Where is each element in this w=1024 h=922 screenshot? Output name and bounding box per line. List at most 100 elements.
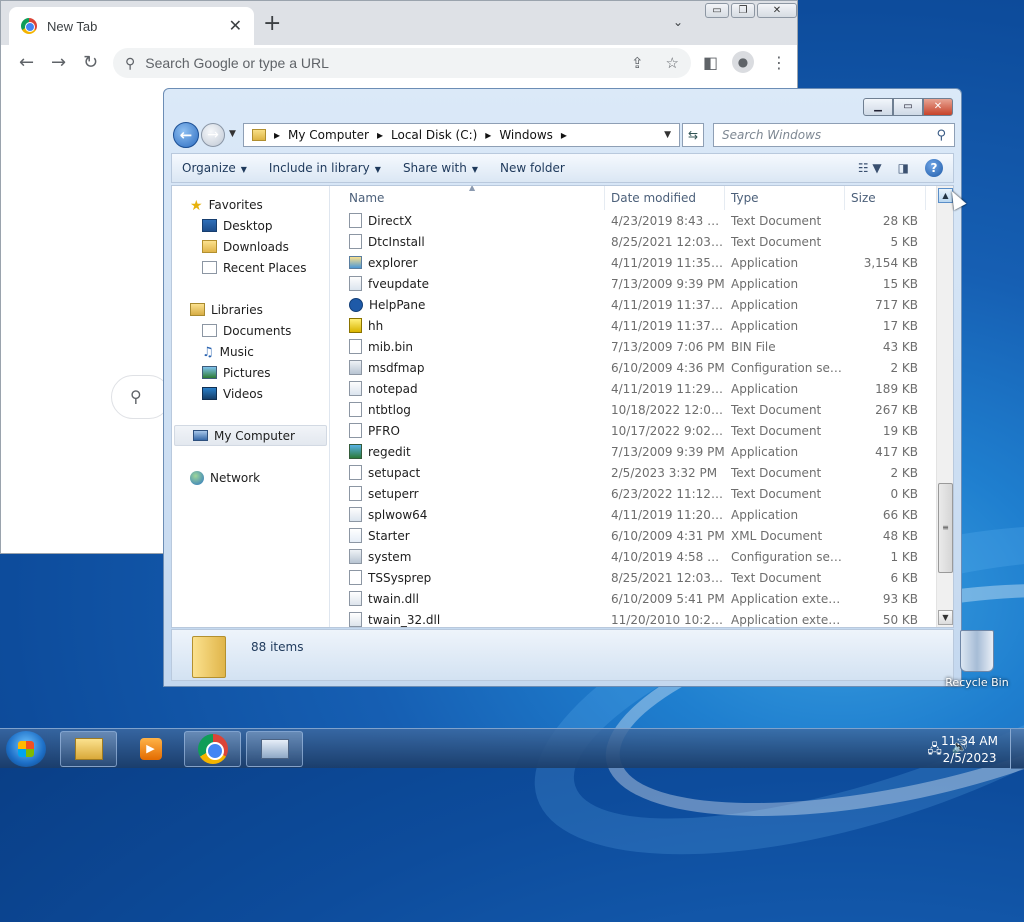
change-view-icon[interactable]: ☷ ▼ — [858, 161, 882, 175]
file-name-cell[interactable]: HelpPane — [331, 297, 605, 312]
file-row[interactable]: PFRO 10/17/2022 9:02 PM Text Document 19 KB — [331, 420, 935, 441]
vertical-scrollbar[interactable]: ▲ ≡ ▼ — [936, 186, 953, 627]
share-icon[interactable]: ⇪ — [631, 54, 644, 72]
file-name-cell[interactable]: DirectX — [331, 213, 605, 228]
file-name-cell[interactable]: explorer — [331, 256, 605, 270]
show-desktop-button[interactable] — [1010, 729, 1024, 769]
start-button[interactable] — [6, 731, 46, 767]
search-input[interactable]: Search Windows ⚲ — [713, 123, 955, 147]
maximize-button[interactable]: ▭ — [893, 98, 923, 116]
back-arrow-icon[interactable]: ← — [19, 52, 34, 73]
file-name-cell[interactable]: hh — [331, 318, 605, 333]
breadcrumb-windows[interactable]: Windows — [499, 128, 553, 142]
kebab-menu-icon[interactable]: ⋮ — [771, 53, 787, 72]
scroll-thumb[interactable]: ≡ — [938, 483, 953, 573]
nav-music[interactable]: ♫ Music — [172, 341, 329, 362]
breadcrumb-separator[interactable]: ▸ — [274, 128, 280, 142]
file-row[interactable]: explorer 4/11/2019 11:35 PM Application 3,1… — [331, 252, 935, 273]
close-button[interactable]: ✕ — [757, 3, 797, 18]
file-name-cell[interactable]: twain.dll — [331, 591, 605, 606]
file-row[interactable]: mib.bin 7/13/2009 7:06 PM BIN File 43 KB — [331, 336, 935, 357]
nav-libraries[interactable]: Libraries — [172, 299, 329, 320]
file-row[interactable]: TSSysprep 8/25/2021 12:03 AM Text Document… — [331, 567, 935, 588]
file-row[interactable]: twain_32.dll 11/20/2010 10:25 ... Applicat… — [331, 609, 935, 627]
breadcrumb-separator[interactable]: ▸ — [377, 128, 383, 142]
file-row[interactable]: regedit 7/13/2009 9:39 PM Application 417 K… — [331, 441, 935, 462]
file-row[interactable]: Starter 6/10/2009 4:31 PM XML Document 48 K… — [331, 525, 935, 546]
scroll-down-arrow-icon[interactable]: ▼ — [938, 610, 953, 625]
minimize-button[interactable]: ▁ — [863, 98, 893, 116]
nav-videos[interactable]: Videos — [172, 383, 329, 404]
reload-icon[interactable]: ↻ — [83, 52, 98, 73]
column-header-name[interactable]: Name — [331, 186, 605, 210]
profile-avatar-icon[interactable]: ● — [732, 51, 754, 73]
taskbar-explorer-button[interactable] — [60, 731, 117, 767]
recent-pages-dropdown-icon[interactable]: ▼ — [229, 129, 236, 139]
recycle-bin[interactable]: Recycle Bin — [944, 630, 1010, 689]
share-with-button[interactable]: Share with ▼ — [403, 161, 478, 175]
column-header-size[interactable]: Size — [845, 186, 926, 210]
nav-favorites[interactable]: ★ Favorites — [172, 194, 329, 215]
file-row[interactable]: system 4/10/2019 4:58 AM Configuration set… — [331, 546, 935, 567]
file-row[interactable]: DirectX 4/23/2019 8:43 AM Text Document 28 … — [331, 210, 935, 231]
new-tab-button[interactable]: + — [263, 11, 281, 36]
breadcrumb-separator[interactable]: ▸ — [485, 128, 491, 142]
nav-recent-places[interactable]: Recent Places — [172, 257, 329, 278]
file-name-cell[interactable]: setuperr — [331, 486, 605, 501]
nav-pictures[interactable]: Pictures — [172, 362, 329, 383]
file-row[interactable]: hh 4/11/2019 11:37 PM Application 17 KB — [331, 315, 935, 336]
file-name-cell[interactable]: fveupdate — [331, 276, 605, 291]
file-name-cell[interactable]: PFRO — [331, 423, 605, 438]
refresh-icon[interactable]: ⇆ — [682, 123, 704, 147]
file-row[interactable]: setupact 2/5/2023 3:32 PM Text Document 2 K… — [331, 462, 935, 483]
address-bar[interactable]: ▸ My Computer ▸ Local Disk (C:) ▸ Window… — [243, 123, 680, 147]
bookmark-star-icon[interactable]: ☆ — [666, 54, 679, 72]
omnibox[interactable]: ⚲ Search Google or type a URL ⇪ ☆ — [113, 48, 691, 78]
network-tray-icon[interactable]: 🖧 — [927, 740, 942, 762]
nav-desktop[interactable]: Desktop — [172, 215, 329, 236]
forward-arrow-icon[interactable]: → — [201, 123, 225, 147]
close-button[interactable]: ✕ — [923, 98, 953, 116]
google-search-icon[interactable]: ⚲ — [111, 375, 171, 419]
file-row[interactable]: fveupdate 7/13/2009 9:39 PM Application 15 … — [331, 273, 935, 294]
include-in-library-button[interactable]: Include in library ▼ — [269, 161, 381, 175]
file-row[interactable]: DtcInstall 8/25/2021 12:03 AM Text Documen… — [331, 231, 935, 252]
file-name-cell[interactable]: setupact — [331, 465, 605, 480]
breadcrumb-local-disk[interactable]: Local Disk (C:) — [391, 128, 477, 142]
address-history-dropdown-icon[interactable]: ▼ — [664, 130, 671, 140]
file-name-cell[interactable]: Starter — [331, 528, 605, 543]
file-name-cell[interactable]: splwow64 — [331, 507, 605, 522]
taskbar-media-player-button[interactable]: ▶ — [122, 731, 179, 767]
nav-documents[interactable]: Documents — [172, 320, 329, 341]
file-row[interactable]: HelpPane 4/11/2019 11:37 PM Application 717… — [331, 294, 935, 315]
file-name-cell[interactable]: DtcInstall — [331, 234, 605, 249]
file-name-cell[interactable]: ntbtlog — [331, 402, 605, 417]
explorer-titlebar[interactable]: ▁ ▭ ✕ — [164, 89, 961, 119]
nav-my-computer[interactable]: My Computer — [174, 425, 327, 446]
file-name-cell[interactable]: mib.bin — [331, 339, 605, 354]
side-panel-icon[interactable]: ◧ — [703, 53, 718, 72]
tab-close-icon[interactable]: ✕ — [229, 16, 242, 36]
file-row[interactable]: msdfmap 6/10/2009 4:36 PM Configuration se… — [331, 357, 935, 378]
tab-new-tab[interactable]: New Tab ✕ — [9, 7, 254, 45]
file-name-cell[interactable]: regedit — [331, 444, 605, 459]
file-row[interactable]: ntbtlog 10/18/2022 12:01 ... Text Document… — [331, 399, 935, 420]
forward-arrow-icon[interactable]: → — [51, 52, 66, 73]
nav-downloads[interactable]: Downloads — [172, 236, 329, 257]
help-icon[interactable]: ? — [925, 159, 943, 177]
breadcrumb-my-computer[interactable]: My Computer — [288, 128, 369, 142]
new-folder-button[interactable]: New folder — [500, 161, 565, 175]
back-arrow-icon[interactable]: ← — [173, 122, 199, 148]
file-name-cell[interactable]: notepad — [331, 381, 605, 396]
file-name-cell[interactable]: TSSysprep — [331, 570, 605, 585]
file-name-cell[interactable]: twain_32.dll — [331, 612, 605, 627]
file-row[interactable]: notepad 4/11/2019 11:29 PM Application 189 … — [331, 378, 935, 399]
organize-button[interactable]: Organize ▼ — [182, 161, 247, 175]
breadcrumb-separator[interactable]: ▸ — [561, 128, 567, 142]
file-name-cell[interactable]: msdfmap — [331, 360, 605, 375]
minimize-button[interactable]: ▭ — [705, 3, 729, 18]
taskbar-chrome-button[interactable] — [184, 731, 241, 767]
preview-pane-icon[interactable]: ◨ — [898, 161, 909, 175]
maximize-button[interactable]: ❐ — [731, 3, 755, 18]
clock[interactable]: 11:34 AM 2/5/2023 — [941, 733, 998, 767]
